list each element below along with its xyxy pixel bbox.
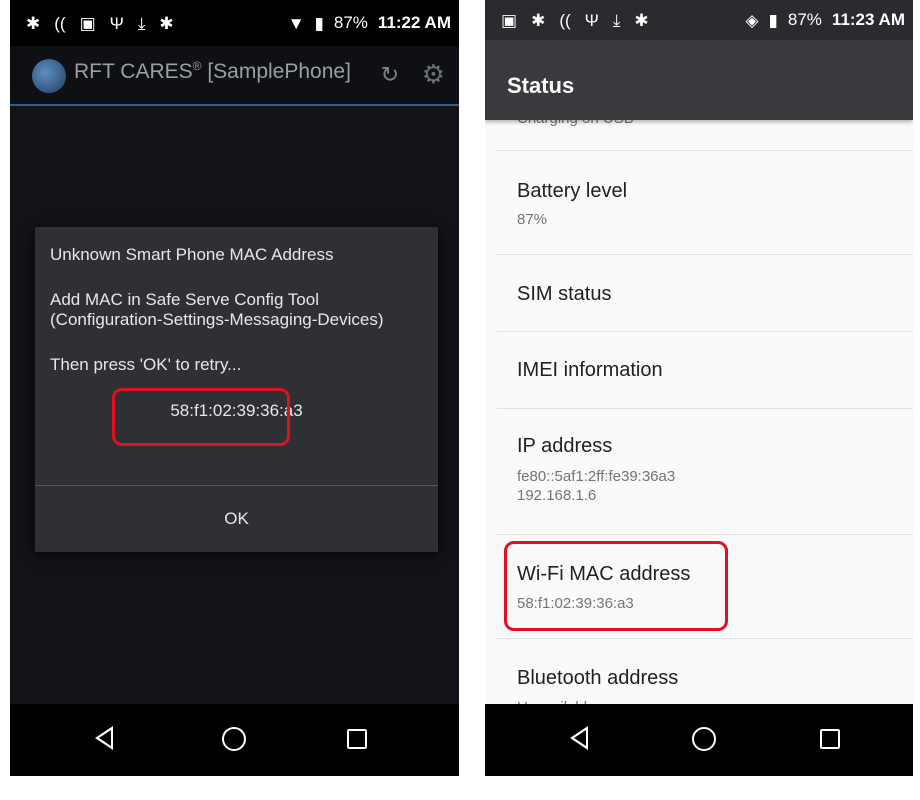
dialog-line-3: Then press 'OK' to retry...	[50, 355, 242, 374]
battery-charging-icon: ▮	[768, 10, 778, 30]
ok-button[interactable]: OK	[35, 486, 438, 552]
right-phone-screen: ▣ ✱ (( Ψ ⤓ ✱ ◈ ▮ 87% 11:23 AM Status Cha…	[485, 0, 913, 776]
status-bar: ▣ ✱ (( Ψ ⤓ ✱ ◈ ▮ 87% 11:23 AM	[485, 0, 913, 40]
list-item-ip-address[interactable]: IP address fe80::5af1:2ff:fe39:36a3 192.…	[485, 409, 913, 534]
row-title: IP address	[517, 435, 613, 457]
app-logo-icon	[32, 59, 66, 93]
refresh-icon[interactable]: ↻	[381, 62, 399, 88]
gear-icon[interactable]: ⚙	[422, 59, 445, 90]
recents-icon[interactable]	[347, 729, 367, 749]
battery-percent: 87%	[787, 10, 822, 29]
recents-icon[interactable]	[820, 729, 840, 749]
system-icons: ◈ ▮ 87% 11:23 AM	[745, 0, 905, 40]
battery-percent: 87%	[333, 13, 368, 32]
list-item-bluetooth-address[interactable]: Bluetooth address Unavailable	[485, 639, 913, 716]
battery-charging-icon: ▮	[314, 13, 324, 33]
system-icons: ▼ ▮ 87% 11:22 AM	[288, 0, 451, 46]
row-title: Battery level	[517, 180, 628, 202]
wifi-icon: ▼	[287, 13, 305, 33]
back-icon[interactable]	[570, 726, 588, 750]
android-debug-icon: ✱	[634, 10, 649, 30]
notification-icons: ▣ ✱ (( Ψ ⤓ ✱	[501, 0, 649, 40]
row-title: Bluetooth address	[517, 667, 679, 689]
wifi-signal-icon: ((	[559, 10, 571, 30]
android-debug-icon: ✱	[531, 10, 546, 30]
dialog-line-1: Add MAC in Safe Serve Config Tool	[50, 290, 319, 309]
status-bar: ✱ (( ▣ Ψ ⤓ ✱ ▼ ▮ 87% 11:22 AM	[10, 0, 459, 46]
usb-icon: Ψ	[109, 13, 124, 33]
row-value: fe80::5af1:2ff:fe39:36a3	[517, 468, 676, 485]
navigation-bar	[485, 704, 913, 776]
notification-icons: ✱ (( ▣ Ψ ⤓ ✱	[26, 0, 174, 46]
clock: 11:23 AM	[831, 10, 905, 29]
mac-highlight-annotation	[112, 388, 290, 446]
left-phone-screen: ✱ (( ▣ Ψ ⤓ ✱ ▼ ▮ 87% 11:22 AM RFT CARES®…	[10, 0, 459, 776]
row-title: SIM status	[517, 283, 612, 305]
usb-icon: Ψ	[584, 10, 599, 30]
navigation-bar	[10, 704, 459, 776]
wifi-icon: ◈	[745, 10, 759, 30]
dialog-line-2: (Configuration-Settings-Messaging-Device…	[50, 310, 384, 329]
image-icon: ▣	[501, 10, 518, 30]
android-debug-icon: ✱	[159, 13, 174, 33]
download-icon: ⤓	[137, 13, 146, 33]
row-value: 192.168.1.6	[517, 487, 597, 504]
app-bar: Status	[485, 40, 913, 120]
list-item-sim-status[interactable]: SIM status	[485, 255, 913, 331]
row-value: 87%	[517, 211, 548, 228]
image-icon: ▣	[79, 13, 96, 33]
back-icon[interactable]	[95, 726, 113, 750]
home-icon[interactable]	[222, 727, 246, 751]
page-title: Status	[507, 73, 575, 98]
clock: 11:22 AM	[377, 13, 451, 32]
list-item-imei-information[interactable]: IMEI information	[485, 332, 913, 408]
wifi-signal-icon: ((	[54, 13, 66, 33]
row-title: IMEI information	[517, 359, 663, 381]
app-bar: RFT CARES® [SamplePhone] ↻ ⚙	[10, 46, 459, 106]
list-item-battery-level[interactable]: Battery level 87%	[485, 151, 913, 254]
home-icon[interactable]	[692, 727, 716, 751]
app-title: RFT CARES® [SamplePhone]	[74, 59, 351, 83]
android-debug-icon: ✱	[26, 13, 41, 33]
download-icon: ⤓	[612, 10, 621, 30]
wifi-mac-highlight-annotation	[504, 541, 728, 631]
dialog-title: Unknown Smart Phone MAC Address	[50, 245, 334, 264]
